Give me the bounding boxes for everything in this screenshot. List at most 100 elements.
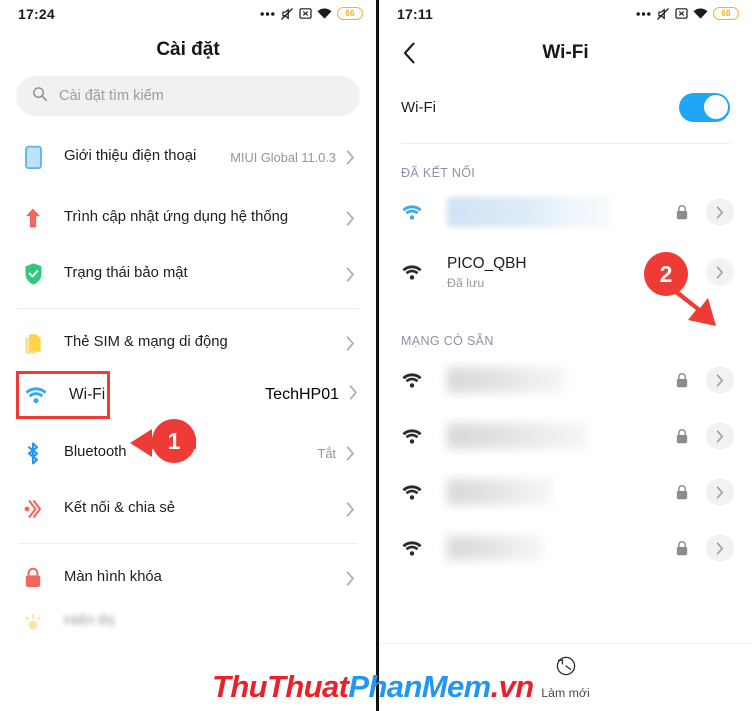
- blurred-ssid-bar: [447, 367, 565, 393]
- network-detail-arrow[interactable]: [706, 366, 734, 394]
- wifi-signal-icon: [401, 484, 427, 501]
- status-icons: 66: [260, 7, 363, 21]
- annotation-marker-1: 1: [152, 419, 196, 463]
- network-row-available-2[interactable]: [379, 408, 752, 464]
- wifi-signal-icon: [401, 264, 427, 281]
- settings-screen: 17:24 66 Cài đặt Cài đặt tìm kiếm Giới t…: [0, 0, 376, 711]
- sim-card-icon: [18, 329, 48, 357]
- search-container: Cài đặt tìm kiếm: [0, 73, 376, 116]
- mute-icon: [656, 7, 670, 21]
- sim-x-icon: [299, 7, 312, 20]
- page-title: Cài đặt: [156, 39, 220, 60]
- pico-qbh-detail-arrow[interactable]: [706, 258, 734, 286]
- watermark-part1: ThuThuat: [212, 669, 349, 704]
- chevron-right-icon: [346, 501, 358, 517]
- settings-list: Giới thiệu điện thoại MIUI Global 11.0.3…: [0, 116, 376, 638]
- search-placeholder: Cài đặt tìm kiếm: [59, 88, 164, 104]
- network-ssid-blurred: [427, 536, 672, 560]
- status-clock: 17:11: [397, 5, 434, 22]
- brightness-icon: [18, 608, 48, 636]
- sidebar-item-system-app-updater[interactable]: Trình cập nhật ứng dụng hệ thống: [0, 190, 376, 246]
- watermark-part2: PhanMem: [348, 669, 491, 704]
- battery-icon: 68: [713, 7, 739, 20]
- sidebar-item-label: Giới thiệu điện thoại: [64, 148, 197, 165]
- network-info: PICO_QBH Đã lưu: [427, 254, 672, 290]
- sidebar-item-value: MIUI Global 11.0.3: [230, 149, 336, 165]
- mute-icon: [280, 7, 294, 21]
- network-row-available-4[interactable]: [379, 520, 752, 576]
- share-connect-icon: [18, 495, 48, 523]
- chevron-right-icon: [346, 210, 358, 226]
- wifi-signal-icon: [401, 428, 427, 445]
- battery-level: 66: [345, 8, 355, 18]
- sidebar-item-label: Trạng thái bảo mật: [64, 265, 188, 282]
- blurred-ssid-bar: [447, 423, 587, 449]
- sidebar-item-sim-mobile-network[interactable]: Thẻ SIM & mạng di động: [0, 315, 376, 371]
- sim-x-icon: [675, 7, 688, 20]
- more-dots-icon: [260, 11, 275, 17]
- sidebar-item-security-status[interactable]: Trạng thái bảo mật: [0, 246, 376, 302]
- sidebar-item-value: TechHP01: [265, 386, 339, 403]
- lock-icon: [672, 484, 692, 501]
- network-row-available-3[interactable]: [379, 464, 752, 520]
- update-arrow-icon: [18, 204, 48, 232]
- list-divider: [18, 308, 358, 309]
- wifi-icon: [21, 381, 51, 409]
- chevron-right-icon: [346, 266, 358, 282]
- status-bar-left: 17:24 66: [0, 0, 376, 27]
- wifi-toggle-label: Wi-Fi: [401, 98, 436, 116]
- network-detail-arrow[interactable]: [706, 478, 734, 506]
- lock-icon: [672, 204, 692, 221]
- sidebar-item-wifi[interactable]: Wi-Fi: [16, 371, 111, 419]
- toggle-knob: [703, 95, 728, 119]
- lock-icon: [672, 540, 692, 557]
- available-section-header: MẠNG CÓ SẴN: [401, 334, 494, 348]
- wifi-icon: [317, 8, 332, 20]
- status-bar-right: 17:11 68: [379, 0, 752, 27]
- network-detail-arrow[interactable]: [706, 198, 734, 226]
- sidebar-item-label: Trình cập nhật ứng dụng hệ thống: [64, 209, 289, 226]
- sidebar-item-label: Màn hình khóa: [64, 569, 162, 586]
- chevron-right-icon: [346, 149, 358, 165]
- sidebar-item-label: Kết nối & chia sẻ: [64, 500, 176, 517]
- network-row-connected-blurred[interactable]: [379, 184, 752, 240]
- wifi-signal-icon: [401, 204, 427, 221]
- nav-title-label: Wi-Fi: [542, 42, 589, 63]
- sidebar-item-display[interactable]: Hiển thị: [0, 606, 376, 638]
- sidebar-item-about-phone[interactable]: Giới thiệu điện thoại MIUI Global 11.0.3: [0, 124, 376, 190]
- network-ssid-blurred: [427, 367, 672, 393]
- wifi-screen: 17:11 68 Wi-Fi Wi-Fi ĐÃ KẾT NỐI PICO_QBH…: [376, 0, 752, 711]
- network-status: Đã lưu: [447, 276, 485, 291]
- status-icons: 68: [636, 7, 739, 21]
- shield-check-icon: [18, 260, 48, 288]
- back-chevron-icon[interactable]: [397, 41, 421, 65]
- blurred-ssid-bar: [447, 197, 612, 227]
- wifi-icon: [693, 8, 708, 20]
- blurred-ssid-bar: [447, 479, 551, 505]
- lock-icon: [18, 564, 48, 592]
- blurred-ssid-bar: [447, 536, 543, 560]
- bluetooth-icon: [18, 439, 48, 467]
- sidebar-item-value: Tắt: [317, 445, 337, 461]
- chevron-right-icon: [346, 335, 358, 351]
- chevron-right-icon: [349, 385, 358, 405]
- network-ssid-blurred: [427, 423, 672, 449]
- network-row-pico-qbh[interactable]: PICO_QBH Đã lưu: [379, 240, 752, 304]
- network-detail-arrow[interactable]: [706, 422, 734, 450]
- lock-icon: [672, 372, 692, 389]
- list-divider: [18, 543, 358, 544]
- wifi-toggle-switch[interactable]: [679, 92, 730, 122]
- network-ssid-blurred: [427, 197, 672, 227]
- search-input[interactable]: Cài đặt tìm kiếm: [16, 76, 360, 116]
- chevron-right-icon: [346, 445, 358, 461]
- network-detail-arrow[interactable]: [706, 534, 734, 562]
- sidebar-item-label: Thẻ SIM & mạng di động: [64, 334, 228, 351]
- battery-level: 68: [721, 8, 731, 18]
- nav-bar: Wi-Fi: [379, 27, 752, 79]
- sidebar-item-connection-sharing[interactable]: Kết nối & chia sẻ: [0, 481, 376, 537]
- sidebar-item-lock-screen[interactable]: Màn hình khóa: [0, 550, 376, 606]
- network-row-available-1[interactable]: [379, 352, 752, 408]
- refresh-clock-icon: [555, 655, 577, 682]
- status-clock: 17:24: [18, 5, 55, 22]
- wifi-master-toggle-row[interactable]: Wi-Fi: [379, 79, 752, 135]
